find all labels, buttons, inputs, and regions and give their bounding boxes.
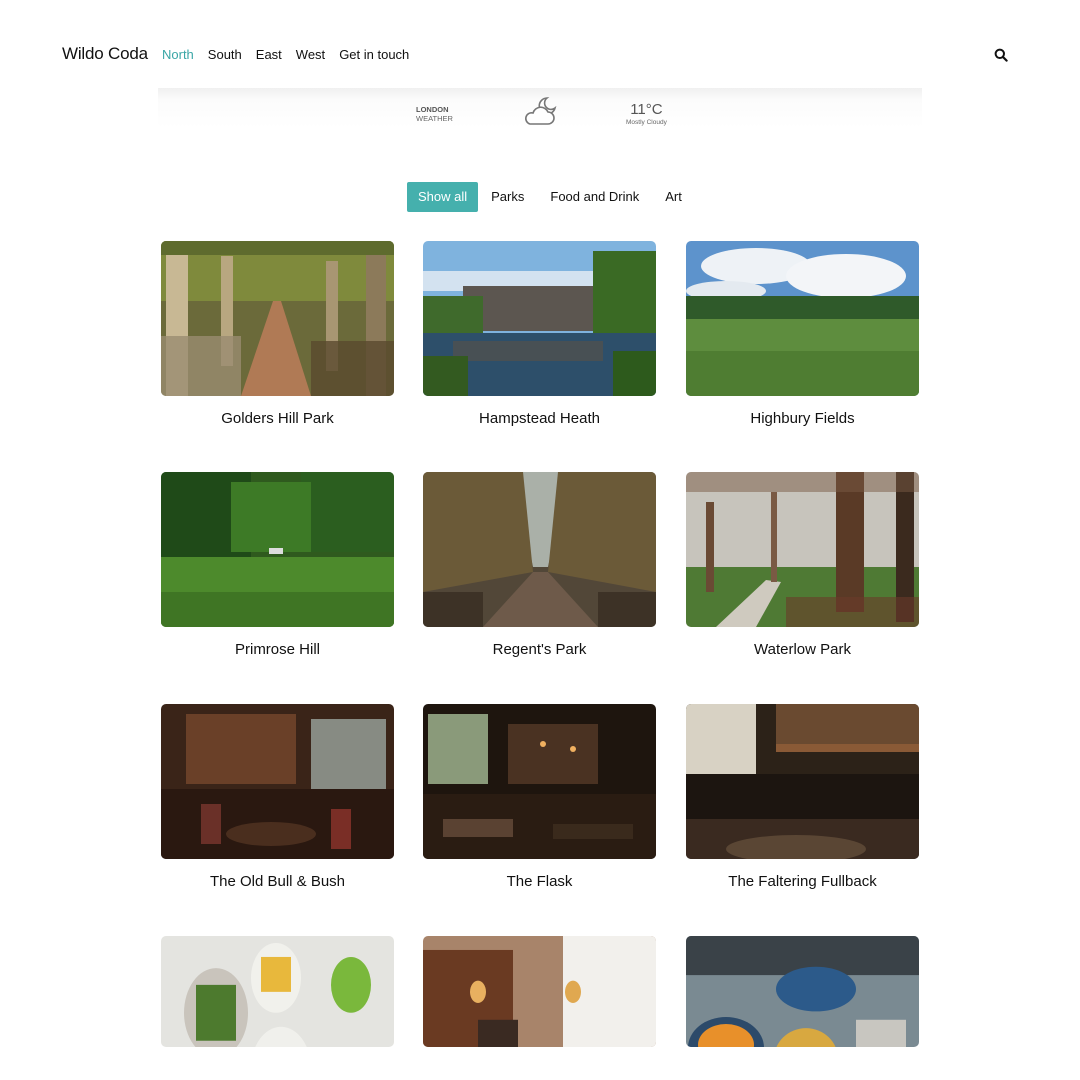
nav-north[interactable]: North	[162, 47, 194, 62]
weather-city: LONDON	[416, 105, 449, 114]
place-card[interactable]: Highbury Fields	[686, 241, 919, 427]
place-card[interactable]: Regent's Park	[423, 472, 656, 658]
place-card[interactable]: The Faltering Fullback	[686, 704, 919, 890]
place-title[interactable]: Hampstead Heath	[423, 410, 656, 427]
category-filters: Show all Parks Food and Drink Art	[407, 182, 695, 212]
place-card[interactable]	[423, 936, 656, 1047]
place-card[interactable]: The Old Bull & Bush	[161, 704, 394, 890]
weather-temperature: 11°C Mostly Cloudy	[626, 101, 667, 126]
weather-label: WEATHER	[416, 114, 453, 123]
place-title[interactable]: The Old Bull & Bush	[161, 873, 394, 890]
place-photo[interactable]	[423, 704, 656, 859]
nav-east[interactable]: East	[256, 47, 282, 62]
place-photo[interactable]	[686, 704, 919, 859]
place-card[interactable]	[161, 936, 394, 1047]
filter-art[interactable]: Art	[652, 182, 695, 212]
filter-parks[interactable]: Parks	[478, 182, 537, 212]
place-photo[interactable]	[161, 472, 394, 627]
place-title[interactable]: Regent's Park	[423, 641, 656, 658]
place-card[interactable]	[686, 936, 919, 1047]
weather-location: LONDON WEATHER	[416, 105, 453, 123]
place-card[interactable]: Primrose Hill	[161, 472, 394, 658]
cloud-moon-icon	[522, 94, 560, 128]
filter-food-and-drink[interactable]: Food and Drink	[537, 182, 652, 212]
place-card[interactable]: Waterlow Park	[686, 472, 919, 658]
nav-south[interactable]: South	[208, 47, 242, 62]
place-photo[interactable]	[161, 936, 394, 1047]
nav-get-in-touch[interactable]: Get in touch	[339, 47, 409, 62]
place-card[interactable]: The Flask	[423, 704, 656, 890]
filter-show-all[interactable]: Show all	[407, 182, 479, 212]
place-photo[interactable]	[423, 936, 656, 1047]
search-icon[interactable]	[994, 48, 1010, 64]
place-photo[interactable]	[686, 936, 919, 1047]
nav-west[interactable]: West	[296, 47, 325, 62]
temperature-value: 11°C	[630, 101, 663, 118]
weather-condition: Mostly Cloudy	[626, 119, 667, 126]
main-nav: North South East West Get in touch	[162, 47, 409, 62]
place-photo[interactable]	[423, 472, 656, 627]
place-title[interactable]: Highbury Fields	[686, 410, 919, 427]
place-card[interactable]: Hampstead Heath	[423, 241, 656, 427]
place-title[interactable]: The Flask	[423, 873, 656, 890]
weather-widget: LONDON WEATHER 11°C Mostly Cloudy	[158, 88, 922, 138]
place-photo[interactable]	[161, 704, 394, 859]
place-photo[interactable]	[686, 472, 919, 627]
place-photo[interactable]	[161, 241, 394, 396]
site-header: Wildo Coda North South East West Get in …	[0, 0, 1080, 88]
place-title[interactable]: Waterlow Park	[686, 641, 919, 658]
brand-logo[interactable]: Wildo Coda	[62, 44, 148, 64]
place-card[interactable]: Golders Hill Park	[161, 241, 394, 427]
place-photo[interactable]	[686, 241, 919, 396]
place-title[interactable]: Golders Hill Park	[161, 410, 394, 427]
place-title[interactable]: Primrose Hill	[161, 641, 394, 658]
place-title[interactable]: The Faltering Fullback	[686, 873, 919, 890]
place-photo[interactable]	[423, 241, 656, 396]
